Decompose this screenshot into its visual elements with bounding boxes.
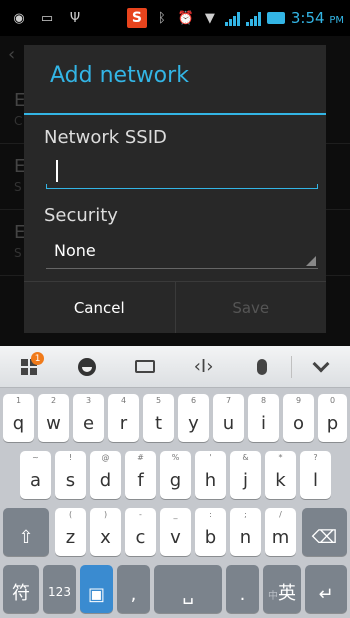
key-w[interactable]: 2w xyxy=(38,394,69,442)
mic-icon[interactable] xyxy=(233,346,291,387)
delete-key[interactable]: ⌫ xyxy=(302,508,347,556)
ssid-label: Network SSID xyxy=(44,127,167,148)
key-row-4: 符 123 ▣ , ␣ . 中英 ↵ xyxy=(0,565,350,618)
backspace-icon: ⌫ xyxy=(311,527,338,548)
key-r[interactable]: 4r xyxy=(108,394,139,442)
symbol-key[interactable]: 符 xyxy=(3,565,39,613)
key-q[interactable]: 1q xyxy=(3,394,34,442)
back-icon: ‹ xyxy=(8,44,16,65)
key-m[interactable]: / m xyxy=(265,508,296,556)
input-method-key[interactable]: ▣ xyxy=(80,565,113,613)
collapse-icon[interactable] xyxy=(292,346,350,387)
key-y[interactable]: 6y xyxy=(178,394,209,442)
comma-key[interactable]: , xyxy=(117,565,150,613)
enter-key[interactable]: ↵ xyxy=(305,565,347,613)
enter-icon: ↵ xyxy=(318,584,334,605)
security-dropdown[interactable]: None xyxy=(46,235,318,269)
emoji-icon[interactable] xyxy=(58,346,116,387)
signal-icon xyxy=(245,10,261,26)
key-z[interactable]: (z xyxy=(55,508,86,556)
key-d[interactable]: @ d xyxy=(90,451,121,499)
list-item-sub: C xyxy=(14,114,23,128)
key-b[interactable]: :b xyxy=(195,508,226,556)
key-e[interactable]: 3e xyxy=(73,394,104,442)
text-cursor xyxy=(56,160,58,182)
key-v[interactable]: _ v xyxy=(160,508,191,556)
space-icon: ␣ xyxy=(182,584,194,605)
ssid-underline xyxy=(46,184,318,189)
key-h[interactable]: ' h xyxy=(195,451,226,499)
key-i[interactable]: 8i xyxy=(248,394,279,442)
usb-icon: Ψ xyxy=(69,10,81,26)
signal-icon xyxy=(224,10,240,26)
key-row-3: ⇧ (z ) x -c _ v :b ; n / m ⌫ xyxy=(0,508,350,565)
shift-icon: ⇧ xyxy=(18,527,34,548)
sd-card-icon: ▭ xyxy=(40,10,54,26)
input-method-icon: ▣ xyxy=(87,584,105,605)
number-key[interactable]: 123 xyxy=(43,565,76,613)
dialog-buttons: Cancel Save xyxy=(24,281,326,333)
key-p[interactable]: 0p xyxy=(318,394,347,442)
dropdown-triangle-icon xyxy=(306,256,316,266)
ssid-input[interactable] xyxy=(46,157,318,189)
list-item-sub: S xyxy=(14,246,22,260)
status-bar: ◉ ▭ Ψ S ᛒ ⏰ ▼ 3:54 PM xyxy=(0,0,350,36)
key-f[interactable]: # f xyxy=(125,451,156,499)
bluetooth-icon: ᛒ xyxy=(157,10,166,26)
period-key[interactable]: . xyxy=(226,565,259,613)
key-s[interactable]: ! s xyxy=(55,451,86,499)
key-a[interactable]: ~ a xyxy=(20,451,51,499)
keyboard-toolbar: 1 ‹I› xyxy=(0,346,350,388)
notification-badge: 1 xyxy=(31,352,45,365)
key-n[interactable]: ; n xyxy=(230,508,261,556)
alarm-icon: ⏰ xyxy=(177,10,194,26)
title-divider xyxy=(24,113,326,115)
list-item-sub: S xyxy=(14,180,22,194)
cursor-move-icon[interactable]: ‹I› xyxy=(175,346,233,387)
target-icon: ◉ xyxy=(13,10,25,26)
space-key[interactable]: ␣ xyxy=(154,565,222,613)
key-j[interactable]: & j xyxy=(230,451,261,499)
language-key[interactable]: 中英 xyxy=(263,565,301,613)
soft-keyboard: 1 ‹I› 1q 2w 3e 4r 5t 6y 7u 8i 9o 0p ~ a !… xyxy=(0,346,350,618)
battery-icon xyxy=(266,12,285,24)
security-value: None xyxy=(54,241,96,260)
key-o[interactable]: 9o xyxy=(283,394,314,442)
key-row-1: 1q 2w 3e 4r 5t 6y 7u 8i 9o 0p xyxy=(0,394,350,451)
key-g[interactable]: % g xyxy=(160,451,191,499)
key-t[interactable]: 5t xyxy=(143,394,174,442)
key-l[interactable]: ? l xyxy=(300,451,331,499)
cancel-button[interactable]: Cancel xyxy=(24,282,176,333)
dialog-title: Add network xyxy=(50,63,189,88)
app-s-icon: S xyxy=(126,8,147,28)
key-c[interactable]: -c xyxy=(125,508,156,556)
wifi-icon: ▼ xyxy=(204,10,215,26)
save-button[interactable]: Save xyxy=(176,282,327,333)
key-k[interactable]: * k xyxy=(265,451,296,499)
security-label: Security xyxy=(44,205,118,226)
clock: 3:54 PM xyxy=(290,9,344,27)
keyboard-icon[interactable] xyxy=(116,346,174,387)
key-x[interactable]: ) x xyxy=(90,508,121,556)
key-row-2: ~ a ! s @ d # f % g ' h & j * k ? l xyxy=(0,451,350,508)
apps-icon[interactable]: 1 xyxy=(0,346,58,387)
key-u[interactable]: 7u xyxy=(213,394,244,442)
shift-key[interactable]: ⇧ xyxy=(3,508,49,556)
add-network-dialog: Add network Network SSID Security None C… xyxy=(24,45,326,333)
